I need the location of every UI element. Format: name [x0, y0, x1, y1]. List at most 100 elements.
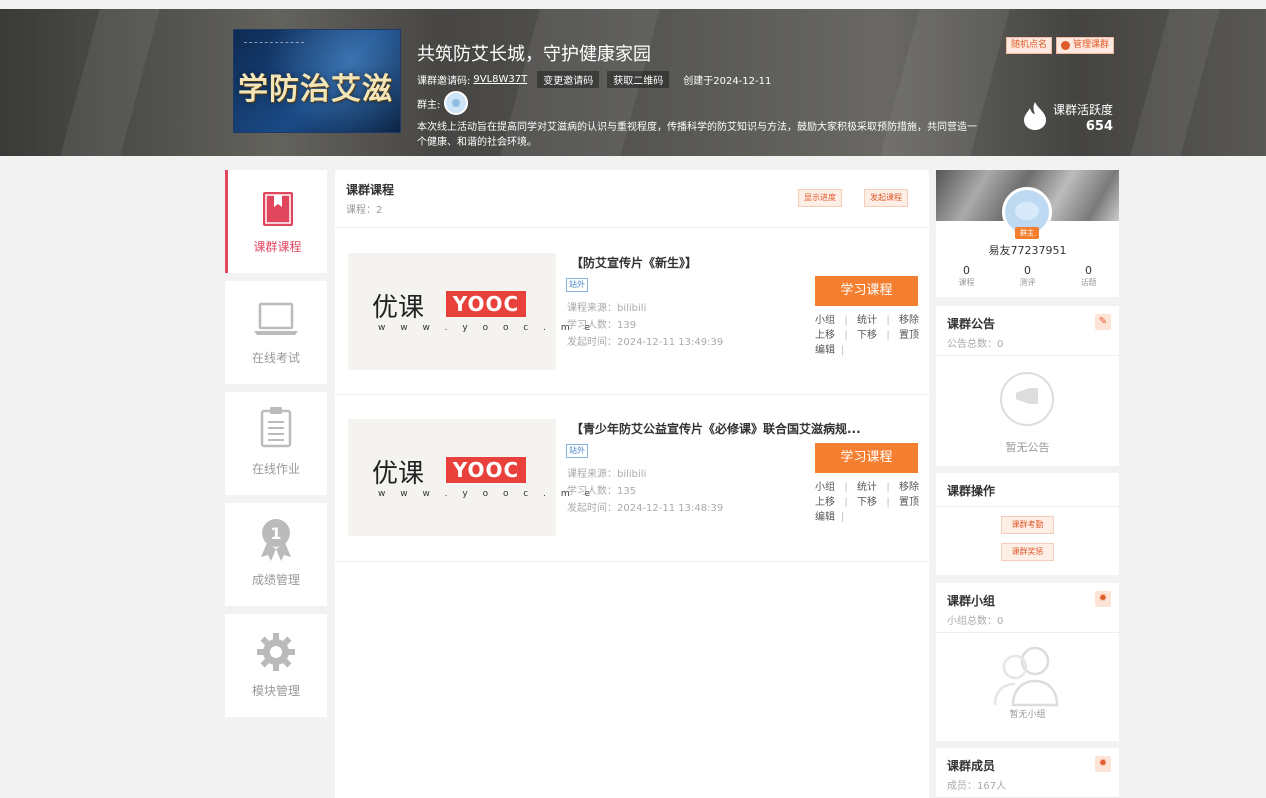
group-link[interactable]: 小组 [815, 480, 835, 495]
separator: | [844, 497, 848, 508]
change-invite-button[interactable]: 变更邀请码 [537, 71, 600, 88]
medal-icon: 1 [261, 519, 291, 561]
thumb-logo-text: 优课 [372, 459, 425, 489]
pin-top-link[interactable]: 置顶 [899, 495, 919, 510]
random-roll-button[interactable]: 随机点名 [1006, 37, 1053, 54]
member-settings-button[interactable]: ✹ [1095, 756, 1111, 772]
notice-count: 公告总数：0 [947, 339, 1004, 350]
move-up-link[interactable]: 上移 [815, 495, 835, 510]
people-icon [993, 646, 1059, 707]
thumb-url: w w w . y o o c . m e [378, 323, 597, 333]
svg-text:1: 1 [270, 524, 281, 543]
group-settings-button[interactable]: ✹ [1095, 591, 1111, 607]
learn-course-button[interactable]: 学习课程 [815, 443, 918, 473]
members-header: 课群成员 成员：167人 ✹ [936, 748, 1119, 798]
nav-item-courses[interactable]: 课群课程 [225, 170, 327, 273]
learn-course-button[interactable]: 学习课程 [815, 276, 918, 306]
group-link[interactable]: 小组 [815, 313, 835, 328]
move-down-link[interactable]: 下移 [857, 328, 877, 343]
group-banner: 学防治艾滋 共筑防艾长城，守护健康家园 课群邀请码: 9VL8W37T 变更邀请… [0, 9, 1266, 156]
move-down-link[interactable]: 下移 [857, 495, 877, 510]
get-qr-button[interactable]: 获取二维码 [607, 71, 670, 88]
stat-assessments[interactable]: 0 测评 [1020, 264, 1036, 288]
created-date: 创建于2024-12-11 [683, 76, 772, 87]
groups-title: 课群小组 [947, 594, 996, 608]
remove-link[interactable]: 移除 [899, 480, 919, 495]
owner-label: 群主: [417, 99, 441, 111]
nav-label: 成绩管理 [251, 573, 300, 587]
separator: | [841, 345, 845, 356]
group-description: 本次线上活动旨在提高同学对艾滋病的认识与重视程度，传播科学的防艾知识与方法，鼓励… [417, 122, 977, 148]
course-panel-header: 课群课程 课程：2 显示进度 发起课程 [335, 170, 929, 228]
nav-item-grades[interactable]: 1 成绩管理 [225, 503, 327, 606]
separator: | [844, 482, 848, 493]
groups-count: 小组总数：0 [947, 616, 1004, 627]
group-title: 共筑防艾长城，守护健康家园 [417, 44, 651, 65]
separator: | [886, 482, 890, 493]
start-course-button[interactable]: 发起课程 [864, 189, 908, 207]
laptop-icon [254, 302, 298, 335]
edit-link[interactable]: 编辑 [815, 510, 835, 525]
random-roll-label: 随机点名 [1011, 40, 1048, 50]
group-meta: 课群邀请码: 9VL8W37T 变更邀请码 获取二维码 创建于2024-12-1… [417, 71, 771, 88]
edit-icon: ✎ [1098, 316, 1108, 327]
nav-item-homework[interactable]: 在线作业 [225, 392, 327, 495]
group-activity: 课群活跃度 654 [1022, 95, 1117, 139]
flame-icon [1024, 102, 1046, 130]
members-card: 课群成员 成员：167人 ✹ [936, 748, 1119, 798]
pin-top-link[interactable]: 置顶 [899, 328, 919, 343]
stat-label: 测评 [1019, 278, 1036, 287]
stat-topics[interactable]: 0 话题 [1081, 264, 1097, 288]
thumb-brand: YOOC [446, 457, 526, 483]
course-ops: 小组 | 统计 | 移除 上移 | 下移 | 置顶 编辑 | [815, 313, 919, 358]
nav-label: 模块管理 [251, 684, 300, 698]
nav-item-modules[interactable]: 模块管理 [225, 614, 327, 717]
course-source: 课程来源：bilibili [567, 303, 647, 314]
activity-value: 654 [1085, 119, 1113, 134]
clipboard-icon [260, 407, 292, 448]
course-source: 课程来源：bilibili [567, 469, 647, 480]
gear-icon [1061, 41, 1070, 50]
course-ops: 小组 | 统计 | 移除 上移 | 下移 | 置顶 编辑 | [815, 480, 919, 525]
attendance-button[interactable]: 课群考勤 [1001, 516, 1054, 534]
external-tag: 站外 [566, 444, 588, 458]
course-item: 优课 YOOC w w w . y o o c . m e 【青少年防艾公益宣传… [335, 396, 929, 562]
gear-icon: ✹ [1098, 758, 1108, 769]
awards-button[interactable]: 课群奖惩 [1001, 543, 1054, 561]
group-cover-image: 学防治艾滋 [233, 29, 401, 133]
manage-group-button[interactable]: 管理课群 [1056, 37, 1115, 54]
invite-code[interactable]: 9VL8W37T [473, 74, 527, 85]
owner-avatar[interactable] [444, 91, 469, 115]
ops-header: 课群操作 [936, 473, 1119, 507]
remove-link[interactable]: 移除 [899, 313, 919, 328]
notice-empty-text: 暂无公告 [1005, 441, 1050, 454]
nav-label: 课群课程 [253, 240, 302, 254]
separator: | [844, 315, 848, 326]
notice-title: 课群公告 [947, 317, 996, 331]
user-name[interactable]: 易友77237951 [936, 242, 1119, 258]
external-tag: 站外 [566, 278, 588, 292]
show-progress-button[interactable]: 显示进度 [798, 189, 842, 207]
edit-link[interactable]: 编辑 [815, 343, 835, 358]
course-title[interactable]: 【防艾宣传片《新生》】 [571, 254, 697, 271]
course-thumbnail[interactable]: 优课 YOOC w w w . y o o c . m e [348, 253, 590, 370]
move-up-link[interactable]: 上移 [815, 328, 835, 343]
course-item: 优课 YOOC w w w . y o o c . m e 【防艾宣传片《新生》… [335, 229, 929, 395]
course-thumbnail[interactable]: 优课 YOOC w w w . y o o c . m e [348, 419, 590, 536]
cover-title-text: 学防治艾滋 [238, 72, 393, 107]
stats-link[interactable]: 统计 [857, 313, 877, 328]
nav-item-exams[interactable]: 在线考试 [225, 281, 327, 384]
stat-courses[interactable]: 0 课程 [959, 264, 975, 288]
manage-group-label: 管理课群 [1073, 40, 1110, 50]
separator: | [841, 512, 845, 523]
stats-link[interactable]: 统计 [857, 480, 877, 495]
separator: | [886, 315, 890, 326]
notice-card: 课群公告 公告总数：0 ✎ 暂无公告 [936, 306, 1119, 466]
panel-title: 课群课程 [346, 183, 395, 197]
edit-notice-button[interactable]: ✎ [1095, 314, 1111, 330]
members-count: 成员：167人 [947, 781, 1007, 792]
gear-icon: ✹ [1098, 593, 1108, 604]
course-panel: 课群课程 课程：2 显示进度 发起课程 优课 YOOC w w w . y o … [335, 170, 929, 798]
group-ops-card: 课群操作 课群考勤 课群奖惩 [936, 473, 1119, 575]
course-title[interactable]: 【青少年防艾公益宣传片《必修课》联合国艾滋病规... [571, 420, 861, 437]
